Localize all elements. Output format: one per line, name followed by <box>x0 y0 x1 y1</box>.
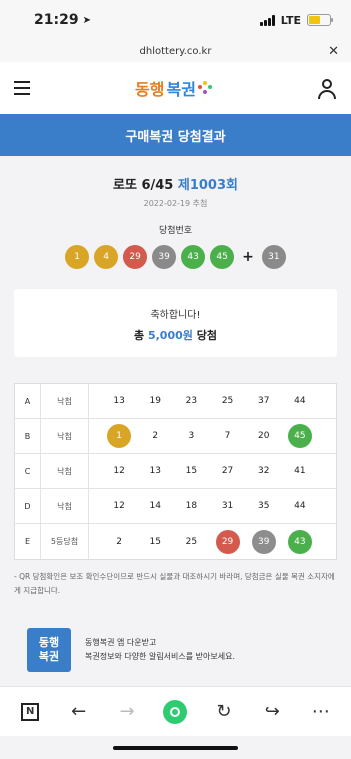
battery-icon <box>307 14 333 26</box>
ticket-number: 31 <box>221 501 234 511</box>
ticket-number: 7 <box>224 431 231 441</box>
close-icon[interactable]: ✕ <box>328 44 339 59</box>
winning-ball: 43 <box>181 245 206 269</box>
banner-text: 동행복권 앱 다운받고 복권정보와 다양한 알림서비스를 받아보세요. <box>85 638 236 661</box>
ticket-number: 15 <box>149 536 161 547</box>
winning-ball: 29 <box>123 245 148 269</box>
ticket-letter: A <box>15 384 41 418</box>
ticket-letter: D <box>15 489 41 523</box>
ticket-number: 41 <box>294 466 306 476</box>
ticket-number: 15 <box>185 466 198 476</box>
ticket-number: 23 <box>185 396 198 406</box>
ticket-number: 44 <box>294 396 306 406</box>
address-bar[interactable]: dhlottery.co.kr ✕ <box>0 40 351 62</box>
page-title: 구매복권 당첨결과 <box>0 114 351 156</box>
ticket-status: 5등당첨 <box>41 524 89 559</box>
ticket-number: 20 <box>257 431 270 441</box>
ticket-number: 2 <box>152 431 159 441</box>
table-row: D 낙첨 12 14 18 31 35 44 <box>15 489 336 524</box>
ticket-numbers: 13 19 23 25 37 44 <box>89 389 336 413</box>
ticket-letter: C <box>15 454 41 488</box>
ticket-number: 25 <box>185 536 198 547</box>
menu-icon[interactable] <box>14 81 30 95</box>
bonus-ball: 31 <box>261 245 286 269</box>
green-dot-button[interactable] <box>162 699 188 725</box>
site-header: 동행 복권 <box>0 62 351 114</box>
status-bar: 21:29 ➤ LTE <box>0 0 351 40</box>
ticket-status: 낙첨 <box>41 419 89 453</box>
winning-ball: 39 <box>152 245 177 269</box>
site-logo[interactable]: 동행 복권 <box>135 76 212 100</box>
qr-notice: - QR 당첨확인은 보조 확인수단이므로 반드시 실물과 대조하시기 바라며,… <box>14 572 335 595</box>
more-icon[interactable]: ⋯ <box>308 699 334 725</box>
ticket-number: 13 <box>113 396 125 406</box>
ticket-number: 2 <box>116 536 122 547</box>
ticket-number: 19 <box>149 396 161 406</box>
plus-icon: + <box>242 249 254 265</box>
ticket-number: 14 <box>149 501 161 511</box>
ticket-numbers: 1 2 3 7 20 45 <box>89 424 336 448</box>
user-icon[interactable] <box>317 78 337 99</box>
matched-number: 45 <box>287 424 312 448</box>
naver-home-button[interactable]: N <box>17 699 43 725</box>
matched-number: 39 <box>251 529 276 554</box>
ticket-number: 13 <box>149 466 161 476</box>
network-label: LTE <box>280 13 301 27</box>
clock: 21:29 ➤ <box>34 12 91 28</box>
forward-arrow-icon[interactable]: → <box>114 699 140 725</box>
share-icon[interactable]: ↪ <box>259 699 285 725</box>
draw-info: 로또 6/45 제1003회 2022-02-19 추첨 당첨번호 1 4 29… <box>0 156 351 269</box>
winning-numbers: 1 4 29 39 43 45 + 31 <box>0 245 351 269</box>
ticket-letter: E <box>15 524 41 559</box>
reload-icon[interactable]: ↻ <box>211 699 237 725</box>
ticket-table: A 낙첨 13 19 23 25 37 44 B 낙첨 1 2 3 7 20 45 C 낙첨 12 13 15 27 32 4… <box>14 383 337 560</box>
browser-toolbar: N ← → ↻ ↪ ⋯ <box>0 686 351 736</box>
url-text: dhlottery.co.kr <box>139 45 212 57</box>
result-message: 축하합니다! <box>150 310 201 321</box>
back-arrow-icon[interactable]: ← <box>66 699 92 725</box>
ticket-numbers: 12 14 18 31 35 44 <box>89 494 336 518</box>
status-icons: LTE <box>259 13 333 27</box>
home-indicator[interactable] <box>113 746 238 750</box>
draw-title: 로또 6/45 제1003회 <box>113 178 238 193</box>
ticket-number: 3 <box>188 431 195 441</box>
ticket-number: 27 <box>221 466 234 476</box>
winning-ball: 4 <box>94 245 119 269</box>
logo-burst-icon <box>197 81 212 95</box>
ticket-status: 낙첨 <box>41 454 89 488</box>
ticket-number: 18 <box>185 501 198 511</box>
matched-number: 29 <box>215 529 240 554</box>
ticket-number: 32 <box>257 466 270 476</box>
result-amount: 총 5,000원 당첨 <box>134 329 217 342</box>
draw-date: 2022-02-19 추첨 <box>143 199 208 208</box>
ticket-number: 25 <box>221 396 234 406</box>
matched-number: 43 <box>287 529 312 554</box>
ticket-number: 37 <box>257 396 270 406</box>
ticket-numbers: 12 13 15 27 32 41 <box>89 459 336 483</box>
ticket-letter: B <box>15 419 41 453</box>
table-row: E 5등당첨 2 15 25 29 39 43 <box>15 524 336 559</box>
signal-icon <box>259 14 275 26</box>
naver-n-icon: N <box>21 702 40 721</box>
ticket-number: 12 <box>113 466 125 476</box>
ticket-number: 44 <box>294 501 306 511</box>
table-row: A 낙첨 13 19 23 25 37 44 <box>15 384 336 419</box>
ticket-status: 낙첨 <box>41 384 89 418</box>
winning-ball: 45 <box>210 245 235 269</box>
green-circle-icon <box>163 699 188 724</box>
table-row: B 낙첨 1 2 3 7 20 45 <box>15 419 336 454</box>
app-banner[interactable]: 동행 복권 동행복권 앱 다운받고 복권정보와 다양한 알림서비스를 받아보세요. <box>0 614 351 686</box>
ticket-numbers: 2 15 25 29 39 43 <box>89 529 336 554</box>
winning-ball: 1 <box>65 245 90 269</box>
ticket-status: 낙첨 <box>41 489 89 523</box>
app-icon: 동행 복권 <box>27 628 71 672</box>
winning-numbers-label: 당첨번호 <box>158 226 193 236</box>
ticket-number: 35 <box>257 501 270 511</box>
table-row: C 낙첨 12 13 15 27 32 41 <box>15 454 336 489</box>
location-arrow-icon: ➤ <box>82 14 91 26</box>
matched-number: 1 <box>107 424 132 448</box>
result-card: 축하합니다! 총 5,000원 당첨 <box>14 289 337 357</box>
ticket-number: 12 <box>113 501 125 511</box>
